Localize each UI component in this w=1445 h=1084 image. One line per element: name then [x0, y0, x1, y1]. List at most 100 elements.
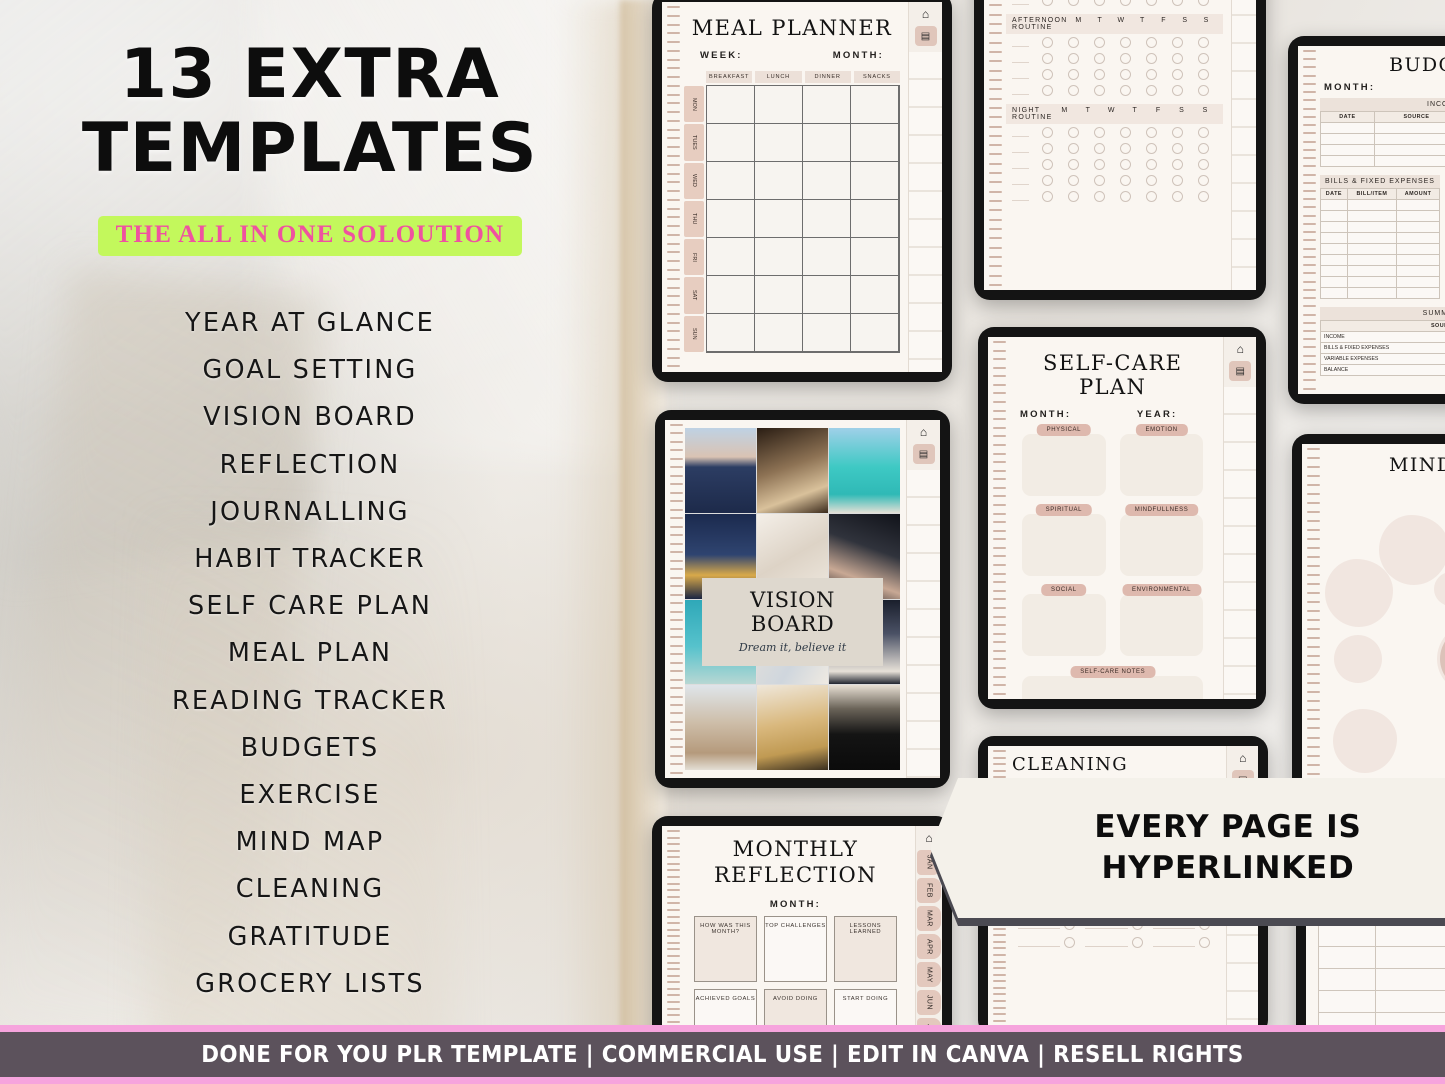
meal-grid-cells[interactable] — [706, 85, 900, 353]
routine-check-cell[interactable] — [1191, 84, 1217, 96]
self-care-notes-box[interactable]: SELF-CARE NOTES — [1022, 666, 1204, 699]
checkbox-circle[interactable] — [1094, 126, 1106, 138]
meal-grid-cell[interactable] — [707, 314, 755, 352]
rail-tabs[interactable] — [909, 52, 942, 372]
summary-table[interactable]: SOURCE INCOMEBILLS & FIXED EXPENSESVARIA… — [1319, 320, 1445, 376]
mind-map-node[interactable] — [1382, 518, 1445, 582]
table-cell[interactable] — [1346, 254, 1398, 266]
table-row[interactable] — [1320, 287, 1440, 299]
routine-check-cell[interactable] — [1035, 36, 1061, 48]
checkbox-circle[interactable] — [1120, 158, 1132, 170]
table-cell[interactable] — [1346, 276, 1398, 288]
meal-grid-cell[interactable] — [851, 200, 899, 238]
table-cell[interactable] — [1317, 968, 1377, 991]
routine-check-cell[interactable] — [1165, 190, 1191, 202]
meal-grid-cell[interactable] — [755, 238, 803, 276]
meal-day-tab[interactable]: WED — [684, 162, 704, 199]
mind-map-node[interactable] — [1328, 562, 1390, 624]
checkbox-circle[interactable] — [1172, 0, 1184, 6]
routine-row[interactable] — [1006, 66, 1223, 82]
meal-day-tab[interactable]: SUN — [684, 315, 704, 352]
routine-check-cell[interactable] — [1113, 158, 1139, 170]
checkbox-circle[interactable] — [1120, 190, 1132, 202]
table-cell[interactable] — [1320, 232, 1348, 244]
meal-grid-cell[interactable] — [851, 276, 899, 314]
checkbox-circle[interactable] — [1198, 190, 1210, 202]
routine-check-cell[interactable] — [1061, 174, 1087, 186]
routine-row[interactable] — [1006, 50, 1223, 66]
routine-check-cell[interactable] — [1139, 0, 1165, 6]
tablet-mind-map[interactable]: MIND MAP — [1292, 434, 1445, 834]
cleaning-task-slot[interactable] — [1018, 936, 1076, 948]
routine-row[interactable] — [1006, 156, 1223, 172]
checkbox-circle[interactable] — [1146, 84, 1158, 96]
mind-map-node[interactable] — [1434, 572, 1445, 606]
checkbox-circle[interactable] — [1042, 142, 1054, 154]
table-cell[interactable] — [1320, 144, 1375, 156]
routine-row[interactable] — [1006, 140, 1223, 156]
routine-write-line[interactable] — [1012, 159, 1029, 169]
meal-grid-cell[interactable] — [851, 238, 899, 276]
checkbox-circle[interactable] — [1172, 142, 1184, 154]
reading-table[interactable]: DATEBOOK TITLEAUTHOR — [1317, 908, 1445, 1035]
table-cell[interactable] — [1320, 243, 1348, 255]
table-cell[interactable] — [1320, 221, 1348, 233]
table-cell[interactable] — [1346, 232, 1398, 244]
table-cell[interactable] — [1320, 199, 1348, 211]
meal-day-tab[interactable]: SAT — [684, 277, 704, 314]
routine-check-cell[interactable] — [1113, 174, 1139, 186]
table-row[interactable] — [1320, 133, 1445, 145]
table-cell[interactable] — [1320, 276, 1348, 288]
routine-check-cell[interactable] — [1035, 126, 1061, 138]
routine-row[interactable] — [1006, 82, 1223, 98]
checkbox-circle[interactable] — [1068, 36, 1080, 48]
self-care-categories[interactable]: PHYSICAL EMOTION SPIRITUAL MINDFULLNESS SOCI… — [1010, 420, 1215, 656]
table-row[interactable] — [1317, 990, 1445, 1013]
routine-check-cell[interactable] — [1165, 142, 1191, 154]
meal-grid-cell[interactable] — [851, 124, 899, 162]
self-care-box[interactable]: SPIRITUAL — [1022, 504, 1106, 576]
checkbox-circle[interactable] — [1120, 126, 1132, 138]
tab-rail[interactable]: ⌂ ▤ — [908, 2, 942, 372]
routine-check-cell[interactable] — [1139, 142, 1165, 154]
table-cell[interactable] — [1396, 265, 1440, 277]
checkbox-circle[interactable] — [1094, 84, 1106, 96]
table-cell[interactable] — [1373, 122, 1445, 134]
routine-check-cell[interactable] — [1087, 84, 1113, 96]
table-cell[interactable] — [1396, 243, 1440, 255]
cleaning-write-line[interactable] — [1085, 938, 1128, 947]
routine-check-cell[interactable] — [1165, 36, 1191, 48]
meal-day-tab[interactable]: THU — [684, 200, 704, 238]
checkbox-circle[interactable] — [1068, 126, 1080, 138]
checkbox-circle[interactable] — [1198, 0, 1210, 6]
meal-grid-cell[interactable] — [755, 124, 803, 162]
routine-check-cell[interactable] — [1113, 52, 1139, 64]
routine-check-cell[interactable] — [1035, 174, 1061, 186]
checkbox-circle[interactable] — [1146, 142, 1158, 154]
routine-row[interactable] — [1006, 34, 1223, 50]
checkbox-circle[interactable] — [1199, 936, 1211, 948]
routine-check-cell[interactable] — [1113, 126, 1139, 138]
income-table[interactable]: DATESOURCECATEGORY — [1320, 111, 1445, 167]
rail-tabs[interactable] — [1231, 0, 1256, 290]
checkbox-circle[interactable] — [1146, 190, 1158, 202]
reflection-cell[interactable]: LESSONS LEARNED — [833, 916, 897, 982]
month-tab[interactable]: MAY — [916, 962, 941, 987]
checkbox-circle[interactable] — [1172, 52, 1184, 64]
checkbox-circle[interactable] — [1042, 36, 1054, 48]
table-cell[interactable] — [1375, 924, 1445, 947]
routine-check-cell[interactable] — [1191, 68, 1217, 80]
checkbox-circle[interactable] — [1120, 174, 1132, 186]
routine-check-cell[interactable] — [1191, 174, 1217, 186]
checkbox-circle[interactable] — [1198, 142, 1210, 154]
table-row[interactable] — [1320, 276, 1440, 288]
routine-check-cell[interactable] — [1087, 126, 1113, 138]
table-cell[interactable] — [1396, 254, 1440, 266]
mind-map-node[interactable] — [1336, 712, 1394, 770]
home-icon[interactable]: ⌂ — [925, 832, 932, 844]
table-row[interactable] — [1317, 924, 1445, 947]
table-cell[interactable] — [1346, 243, 1398, 255]
checkbox-circle[interactable] — [1094, 68, 1106, 80]
routine-write-line[interactable] — [1012, 127, 1029, 137]
meal-grid-cell[interactable] — [707, 276, 755, 314]
